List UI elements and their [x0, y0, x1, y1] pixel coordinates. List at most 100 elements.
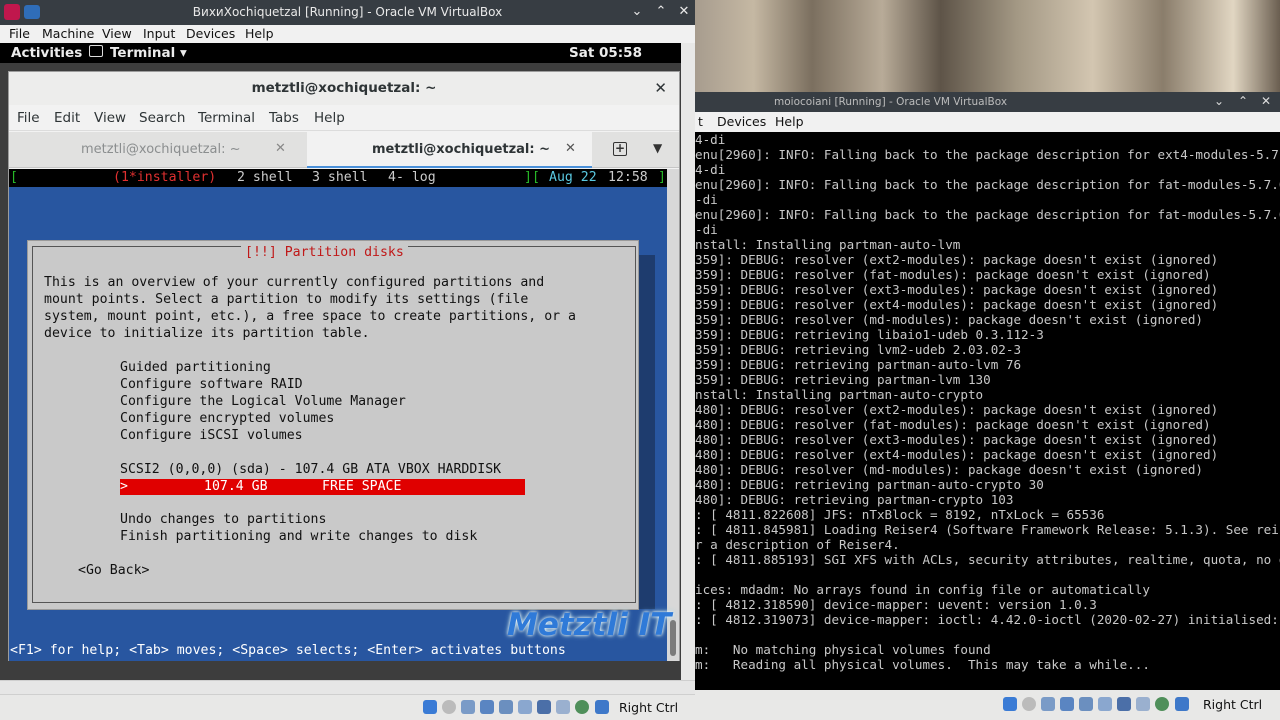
terminal-scrollbar[interactable]	[667, 169, 679, 661]
gnome-top-bar: Activities Terminal ▾ Sat 05:58	[0, 43, 681, 63]
terminal-menu-terminal[interactable]: Terminal	[198, 110, 255, 126]
menu-input-partial[interactable]: t	[698, 114, 703, 129]
clock[interactable]: Sat 05:58	[569, 45, 642, 61]
new-tab-icon[interactable]: +	[613, 142, 627, 156]
console-line: 359]: DEBUG: resolver (md-modules): pack…	[695, 312, 1203, 327]
console-line: 480]: DEBUG: resolver (ext4-modules): pa…	[695, 447, 1219, 462]
console-line: r a description of Reiser4.	[695, 537, 900, 552]
optical-drive-icon[interactable]	[1022, 697, 1036, 711]
vbox-right-statusbar: Right Ctrl	[695, 690, 1280, 720]
audio-icon[interactable]	[461, 700, 475, 714]
status-bracket-right: ]	[658, 170, 666, 185]
console-line: 480]: DEBUG: resolver (md-modules): pack…	[695, 462, 1203, 477]
vbox-statusbar: Right Ctrl	[0, 694, 695, 720]
option-encrypted-volumes[interactable]: Configure encrypted volumes	[120, 411, 334, 426]
terminal-tab-label: metztli@xochiquetzal: ~	[372, 142, 551, 157]
audio-icon[interactable]	[1041, 697, 1055, 711]
minimize-icon[interactable]: ⌄	[629, 4, 645, 19]
menu-help[interactable]: Help	[775, 114, 804, 129]
recording-icon[interactable]	[1136, 697, 1150, 711]
screen-date: Aug 22	[549, 170, 597, 185]
display-icon[interactable]	[1117, 697, 1131, 711]
maximize-icon[interactable]: ⌃	[653, 4, 669, 19]
menu-help[interactable]: Help	[245, 26, 274, 41]
vbox-horizontal-scrollbar[interactable]	[0, 680, 695, 694]
menu-input[interactable]: Input	[143, 26, 175, 41]
terminal-menu-file[interactable]: File	[17, 110, 40, 126]
option-guided-partitioning[interactable]: Guided partitioning	[120, 360, 271, 375]
option-iscsi-volumes[interactable]: Configure iSCSI volumes	[120, 428, 303, 443]
usb-icon[interactable]	[1079, 697, 1093, 711]
host-desktop-wallpaper	[695, 0, 1280, 95]
tab-menu-icon[interactable]: ▼	[653, 141, 662, 155]
menu-machine[interactable]: Machine	[42, 26, 94, 41]
go-back-button[interactable]: <Go Back>	[78, 563, 149, 578]
console-line: : [ 4812.319073] device-mapper: ioctl: 4…	[695, 612, 1279, 627]
terminal-tab-2[interactable]: metztli@xochiquetzal: ~ ✕	[307, 132, 592, 168]
hard-disk-icon[interactable]	[423, 700, 437, 714]
option-lvm[interactable]: Configure the Logical Volume Manager	[120, 394, 406, 409]
vm-console-log[interactable]: 4-di enu[2960]: INFO: Falling back to the…	[695, 132, 1280, 690]
network-icon[interactable]	[480, 700, 494, 714]
menu-devices[interactable]: Devices	[186, 26, 235, 41]
vbox-titlebar[interactable]: ВихиXochiquetzal [Running] - Oracle VM V…	[0, 0, 695, 25]
menu-devices[interactable]: Devices	[717, 114, 766, 129]
console-line: 359]: DEBUG: resolver (ext4-modules): pa…	[695, 297, 1219, 312]
console-line: 359]: DEBUG: resolver (ext2-modules): pa…	[695, 252, 1219, 267]
menu-view[interactable]: View	[102, 26, 132, 41]
option-software-raid[interactable]: Configure software RAID	[120, 377, 303, 392]
console-line: m: No matching physical volumes found	[695, 642, 991, 657]
terminal-menu-search[interactable]: Search	[139, 110, 185, 126]
virtualbox-window-right: moiocoiani [Running] - Oracle VM Virtual…	[695, 92, 1280, 720]
terminal-screen[interactable]: [ (1*installer) 2 shell 3 shell 4- log ]…	[9, 169, 667, 661]
dialog-title: [!!] Partition disks	[241, 245, 408, 260]
activities-button[interactable]: Activities	[11, 45, 82, 61]
terminal-menu-tabs[interactable]: Tabs	[269, 110, 299, 126]
tab-close-icon[interactable]: ✕	[565, 141, 576, 156]
terminal-menu-edit[interactable]: Edit	[54, 110, 80, 126]
network-icon[interactable]	[1060, 697, 1074, 711]
console-line: 4-di	[695, 162, 726, 177]
free-space-label: FREE SPACE	[322, 479, 402, 494]
optical-drive-icon[interactable]	[442, 700, 456, 714]
shared-folders-icon[interactable]	[1098, 697, 1112, 711]
terminal-titlebar[interactable]: metztli@xochiquetzal: ~ ✕	[9, 72, 679, 105]
disk-entry-sda[interactable]: SCSI2 (0,0,0) (sda) - 107.4 GB ATA VBOX …	[120, 462, 501, 477]
terminal-tabbar: metztli@xochiquetzal: ~ ✕ metztli@xochiq…	[9, 132, 679, 168]
recording-icon[interactable]	[556, 700, 570, 714]
shared-folders-icon[interactable]	[518, 700, 532, 714]
action-finish-partitioning[interactable]: Finish partitioning and write changes to…	[120, 529, 477, 544]
mouse-integration-icon[interactable]	[595, 700, 609, 714]
close-icon[interactable]: ✕	[1261, 94, 1271, 108]
cpu-icon[interactable]	[575, 700, 589, 714]
cpu-icon[interactable]	[1155, 697, 1169, 711]
minimize-icon[interactable]: ⌄	[1214, 94, 1224, 108]
selection-marker: >	[120, 479, 128, 494]
maximize-icon[interactable]: ⌃	[1238, 94, 1248, 108]
terminal-menu-view[interactable]: View	[94, 110, 126, 126]
usb-icon[interactable]	[499, 700, 513, 714]
terminal-tab-1[interactable]: metztli@xochiquetzal: ~ ✕	[9, 132, 307, 168]
console-line: m: Reading all physical volumes. This ma…	[695, 657, 1150, 672]
action-undo-changes[interactable]: Undo changes to partitions	[120, 512, 326, 527]
console-line: : [ 4812.318590] device-mapper: uevent: …	[695, 597, 1097, 612]
hard-disk-icon[interactable]	[1003, 697, 1017, 711]
free-space-row[interactable]: > 107.4 GB FREE SPACE	[120, 479, 525, 495]
display-icon[interactable]	[537, 700, 551, 714]
app-menu-terminal[interactable]: Terminal ▾	[110, 45, 187, 61]
tab-close-icon[interactable]: ✕	[275, 141, 286, 156]
terminal-window: metztli@xochiquetzal: ~ ✕ File Edit View…	[8, 71, 680, 661]
console-line: ices: mdadm: No arrays found in config f…	[695, 582, 1150, 597]
terminal-menu-help[interactable]: Help	[314, 110, 345, 126]
vbox-right-title: moiocoiani [Running] - Oracle VM Virtual…	[774, 96, 1008, 108]
mouse-integration-icon[interactable]	[1175, 697, 1189, 711]
menu-file[interactable]: File	[9, 26, 30, 41]
screen-window-installer: (1*installer)	[113, 170, 217, 185]
terminal-close-icon[interactable]: ✕	[654, 79, 667, 97]
console-line: 359]: DEBUG: resolver (fat-modules): pac…	[695, 267, 1211, 282]
vbox-right-titlebar[interactable]: moiocoiani [Running] - Oracle VM Virtual…	[695, 92, 1280, 112]
terminal-icon	[89, 45, 103, 57]
close-icon[interactable]: ✕	[676, 4, 692, 19]
